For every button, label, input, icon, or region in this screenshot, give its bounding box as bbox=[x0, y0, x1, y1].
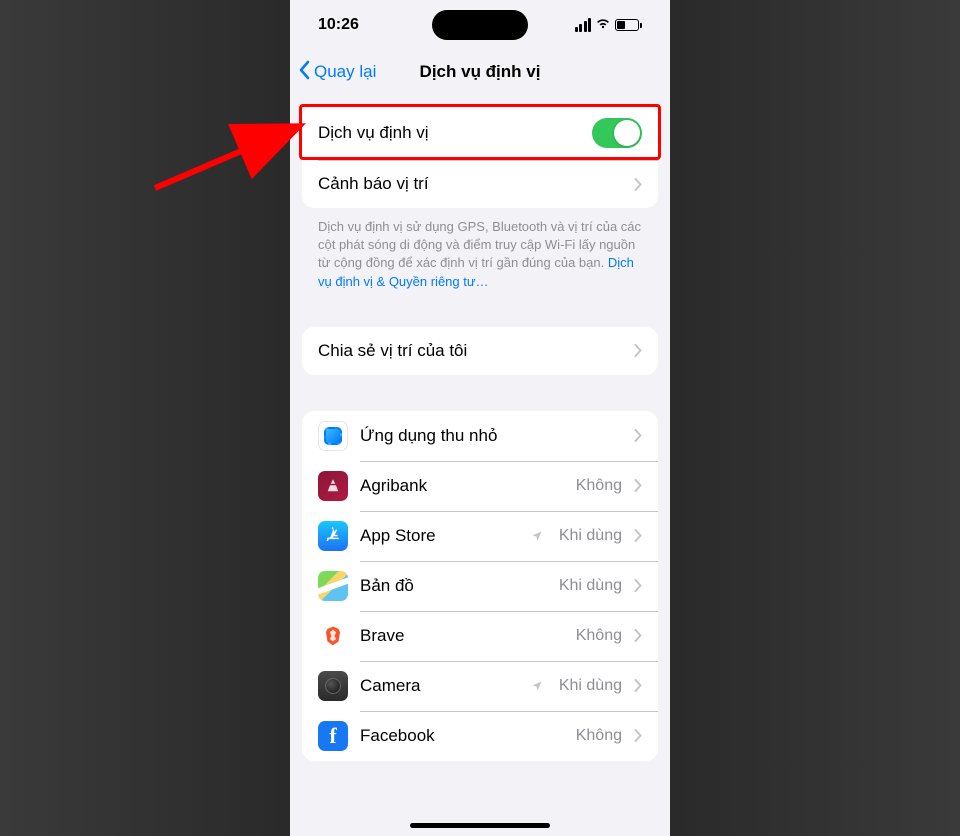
app-name-label: Bản đồ bbox=[360, 576, 547, 596]
app-permission-value: Không bbox=[576, 477, 622, 495]
location-arrow-icon bbox=[531, 680, 543, 692]
appstore-app-icon bbox=[318, 521, 348, 551]
app-name-label: Agribank bbox=[360, 476, 564, 496]
chevron-right-icon bbox=[634, 429, 642, 442]
location-arrow-icon bbox=[531, 530, 543, 542]
maps-app-icon bbox=[318, 571, 348, 601]
share-location-row[interactable]: Chia sẻ vị trí của tôi bbox=[302, 327, 658, 375]
chevron-right-icon bbox=[634, 479, 642, 492]
settings-group-share: Chia sẻ vị trí của tôi bbox=[302, 327, 658, 375]
phone-frame: 10:26 Quay lại Dịch vụ định vị Dịch vụ đ… bbox=[290, 0, 670, 836]
toggle-knob bbox=[614, 120, 640, 146]
app-permission-value: Khi dùng bbox=[559, 527, 622, 545]
share-location-label: Chia sẻ vị trí của tôi bbox=[318, 341, 622, 361]
status-time: 10:26 bbox=[318, 16, 426, 34]
app-name-label: Brave bbox=[360, 626, 564, 646]
app-name-label: Camera bbox=[360, 676, 519, 696]
camera-app-icon bbox=[318, 671, 348, 701]
wifi-icon bbox=[595, 16, 611, 34]
app-row[interactable]: Ứng dụng thu nhỏ bbox=[302, 411, 658, 461]
app-row[interactable]: Brave Không bbox=[302, 611, 658, 661]
chevron-right-icon bbox=[634, 629, 642, 642]
app-permission-value: Khi dùng bbox=[559, 577, 622, 595]
back-label: Quay lại bbox=[314, 62, 376, 82]
dynamic-island bbox=[432, 10, 528, 40]
app-row[interactable]: Camera Khi dùng bbox=[302, 661, 658, 711]
location-alerts-row[interactable]: Cảnh báo vị trí bbox=[302, 160, 658, 208]
location-services-row[interactable]: Dịch vụ định vị bbox=[302, 106, 658, 160]
app-permission-value: Không bbox=[576, 727, 622, 745]
settings-group-main: Dịch vụ định vị Cảnh báo vị trí bbox=[302, 106, 658, 208]
brave-app-icon bbox=[318, 621, 348, 651]
location-services-toggle[interactable] bbox=[592, 118, 642, 148]
chevron-right-icon bbox=[634, 679, 642, 692]
app-permission-value: Khi dùng bbox=[559, 677, 622, 695]
chevron-right-icon bbox=[634, 178, 642, 191]
app-name-label: Facebook bbox=[360, 726, 564, 746]
cellular-signal-icon bbox=[575, 18, 592, 32]
settings-group-apps: Ứng dụng thu nhỏ Agribank Không App Store Kh… bbox=[302, 411, 658, 761]
facebook-app-icon: f bbox=[318, 721, 348, 751]
appclips-app-icon bbox=[318, 421, 348, 451]
chevron-right-icon bbox=[634, 344, 642, 357]
status-bar: 10:26 bbox=[290, 0, 670, 50]
app-name-label: Ứng dụng thu nhỏ bbox=[360, 426, 622, 446]
chevron-right-icon bbox=[634, 729, 642, 742]
app-row[interactable]: Agribank Không bbox=[302, 461, 658, 511]
app-permission-value: Không bbox=[576, 627, 622, 645]
back-button[interactable]: Quay lại bbox=[298, 60, 376, 85]
battery-icon bbox=[615, 19, 642, 31]
app-name-label: App Store bbox=[360, 526, 519, 546]
chevron-right-icon bbox=[634, 579, 642, 592]
app-row[interactable]: Bản đồ Khi dùng bbox=[302, 561, 658, 611]
location-alerts-label: Cảnh báo vị trí bbox=[318, 174, 622, 194]
app-row[interactable]: App Store Khi dùng bbox=[302, 511, 658, 561]
chevron-left-icon bbox=[298, 60, 312, 85]
agribank-app-icon bbox=[318, 471, 348, 501]
home-indicator bbox=[410, 823, 550, 828]
chevron-right-icon bbox=[634, 529, 642, 542]
nav-bar: Quay lại Dịch vụ định vị bbox=[290, 50, 670, 94]
location-services-label: Dịch vụ định vị bbox=[318, 123, 580, 143]
footer-description: Dịch vụ định vị sử dụng GPS, Bluetooth v… bbox=[302, 208, 658, 291]
app-row[interactable]: f Facebook Không bbox=[302, 711, 658, 761]
